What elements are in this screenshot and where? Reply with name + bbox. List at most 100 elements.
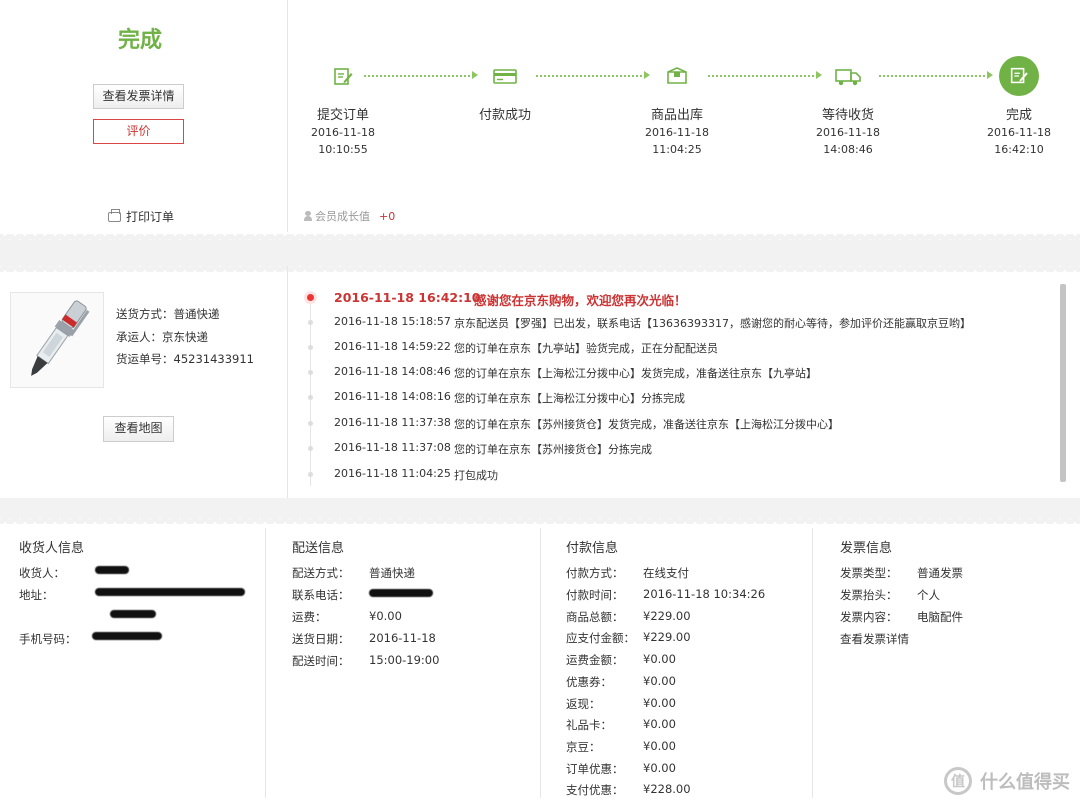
check-icon [999,56,1039,96]
timeline-time: 2016-11-18 11:37:38 [334,416,451,429]
timeline-time: 2016-11-18 16:42:10 [334,290,481,305]
delivery-info-title: 配送信息 [292,541,345,556]
carrier-value: 京东快递 [162,330,208,344]
shipping-fee-label: 运费： [292,610,327,624]
tracking-number: 45231433911 [173,352,254,366]
delivery-date-value: 2016-11-18 [369,631,436,645]
printer-icon [108,208,121,222]
timeline-time: 2016-11-18 11:04:25 [334,467,451,480]
section-divider [0,234,1080,266]
delivery-method-value: 普通快递 [369,566,415,580]
timeline-message: 京东配送员【罗强】已出发，联系电话【13636393317，感谢您的耐心等待，参… [454,317,971,330]
timeline-entry: 2016-11-18 11:04:25 打包成功 [288,464,1058,484]
timeline-entry: 2016-11-18 11:37:38 您的订单在京东【苏州接货仓】发货完成，准… [288,413,1058,433]
payment-row-value: 2016-11-18 10:34:26 [643,587,766,601]
member-growth: 会员成长值 +0 [304,208,395,224]
delivery-time-value: 15:00-19:00 [369,653,440,667]
payment-row-label: 京豆： [566,740,601,754]
timeline-dot [308,370,313,375]
timeline-time: 2016-11-18 14:08:16 [334,390,451,403]
product-image[interactable] [10,292,104,388]
invoice-info: 发票信息 发票类型： 普通发票 发票抬头： 个人 发票内容： 电脑配件 查看发票… [840,518,1075,805]
shipment-panel: 送货方式：普通快递 承运人：京东快递 货运单号：45231433911 查看地图 [0,266,288,498]
timeline-message: 您的订单在京东【苏州接货仓】发货完成，准备送往京东【上海松江分拨中心】 [454,418,839,431]
delivery-time-label: 配送时间： [292,654,350,668]
payment-row-label: 优惠券： [566,675,612,689]
invoice-info-title: 发票信息 [840,541,893,556]
timeline-message: 您的订单在京东【上海松江分拨中心】发货完成，准备送往京东【九亭站】 [454,367,817,380]
view-invoice-button[interactable]: 查看发票详情 [93,84,184,109]
column-divider [265,528,266,798]
payment-row-value: ¥0.00 [643,696,676,710]
step-awaiting-delivery: 等待收货 2016-11-18 14:08:46 [793,56,903,157]
redacted-name [95,566,129,574]
edit-icon [323,56,363,96]
step-name: 付款成功 [478,108,531,123]
contact-phone-label: 联系电话： [292,588,350,602]
step-name: 等待收货 [821,108,874,123]
redacted-contact-phone [369,589,433,597]
box-icon [657,56,697,96]
carrier-line: 承运人：京东快递 [116,329,208,345]
payment-row-label: 应支付金额： [566,631,635,645]
step-date: 2016-11-18 [311,126,375,139]
payment-row-value: ¥0.00 [643,761,676,775]
timeline-entry: 2016-11-18 15:18:57 京东配送员【罗强】已出发，联系电话【13… [288,312,1058,332]
timeline-time: 2016-11-18 11:37:08 [334,441,451,454]
watermark-text: 什么值得买 [980,772,1070,793]
view-map-button[interactable]: 查看地图 [103,416,174,442]
timeline-message: 感谢您在京东购物，欢迎您再次光临！ [474,293,687,308]
user-icon [304,211,312,221]
receiver-info-title: 收货人信息 [19,541,85,556]
timeline-dot [308,320,313,325]
order-status-panel: 完成 查看发票详情 评价 打印订单 [0,0,288,232]
review-button[interactable]: 评价 [93,119,184,144]
payment-row-label: 商品总额： [566,610,624,624]
payment-row-value: ¥0.00 [643,717,676,731]
tracking-line: 货运单号：45231433911 [116,351,254,367]
print-order-label: 打印订单 [126,210,175,224]
receiver-info: 收货人信息 收货人： 地址： 手机号码： [0,518,265,805]
member-growth-value: +0 [379,209,396,223]
timeline-message: 您的订单在京东【苏州接货仓】分拣完成 [454,443,652,456]
step-date: 2016-11-18 [987,126,1051,139]
invoice-header-label: 发票抬头： [840,588,898,602]
delivery-date-label: 送货日期： [292,632,350,646]
print-order-link[interactable]: 打印订单 [108,208,174,225]
timeline-time: 2016-11-18 14:08:46 [334,365,451,378]
step-name: 商品出库 [650,108,703,123]
step-submit-order: 提交订单 2016-11-18 10:10:55 [288,56,398,157]
payment-row-label: 付款方式： [566,566,624,580]
truck-icon [828,56,868,96]
receiver-name-label: 收货人： [19,566,65,580]
payment-row-label: 付款时间： [566,588,624,602]
payment-row-label: 支付优惠： [566,783,624,797]
step-time: 16:42:10 [994,143,1044,156]
watermark: 值 什么值得买 [944,767,1070,795]
progress-steps: 提交订单 2016-11-18 10:10:55 付款成功 商品出库 2016-… [288,0,1080,232]
timeline-time: 2016-11-18 15:18:57 [334,315,451,328]
payment-row-value: ¥0.00 [643,739,676,753]
step-payment-success: 付款成功 [450,56,560,123]
redacted-address [95,588,245,596]
timeline-scrollbar[interactable] [1060,284,1066,482]
delivery-info: 配送信息 配送方式： 普通快递 联系电话： 运费： ¥0.00 送货日期： 20… [292,518,542,805]
payment-row-value: ¥229.00 [643,609,691,623]
card-icon [485,56,525,96]
payment-info-title: 付款信息 [566,541,619,556]
timeline-entry: 2016-11-18 16:42:10 感谢您在京东购物，欢迎您再次光临！ [288,287,1058,308]
step-name: 完成 [1005,108,1032,123]
payment-row-label: 礼品卡： [566,718,612,732]
order-info-section: 收货人信息 收货人： 地址： 手机号码： 配送信息 配送方式： 普通快递 联系电… [0,518,1080,805]
payment-row-label: 返现： [566,697,601,711]
step-date: 2016-11-18 [816,126,880,139]
invoice-detail-link[interactable]: 查看发票详情 [840,631,909,647]
timeline-dot [307,294,314,301]
invoice-header-value: 个人 [917,588,940,602]
column-divider [812,528,813,798]
timeline-dot [308,472,313,477]
section-divider [0,498,1080,518]
order-status-title: 完成 [117,28,162,53]
timeline-dot [308,345,313,350]
column-divider [540,528,541,798]
